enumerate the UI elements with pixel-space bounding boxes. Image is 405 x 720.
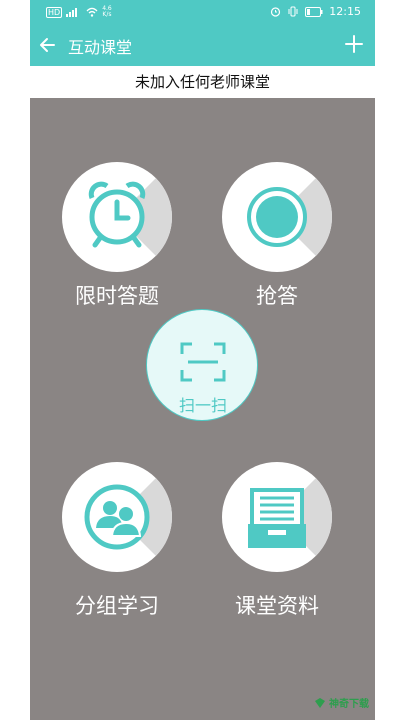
status-bar: HD 4.6 K/s 12:15 bbox=[30, 0, 375, 24]
alarm-status-icon bbox=[271, 7, 281, 17]
group-study-label: 分组学习 bbox=[75, 594, 159, 618]
status-left: HD 4.6 K/s bbox=[46, 6, 112, 18]
right-margin bbox=[375, 0, 405, 720]
page-title: 互动课堂 bbox=[68, 38, 133, 57]
timed-quiz-label: 限时答题 bbox=[75, 284, 159, 308]
vibrate-icon bbox=[288, 6, 298, 17]
watermark-logo-icon bbox=[315, 697, 325, 708]
file-drawer-icon bbox=[248, 488, 306, 548]
signal-icon bbox=[66, 8, 78, 17]
buzzer-label: 抢答 bbox=[256, 284, 298, 308]
record-circle-icon bbox=[247, 187, 307, 247]
class-materials-circle bbox=[222, 462, 332, 572]
scan-frame-icon bbox=[180, 342, 226, 382]
watermark-text: 神奇下载 bbox=[329, 699, 369, 710]
scan-button[interactable]: 扫一扫 bbox=[146, 309, 258, 421]
net-speed-unit: K/s bbox=[102, 11, 112, 18]
battery-icon bbox=[305, 6, 323, 17]
status-right: 12:15 bbox=[270, 5, 361, 18]
hd-badge: HD bbox=[46, 6, 63, 18]
buzzer-circle bbox=[222, 162, 332, 272]
group-study-circle bbox=[62, 462, 172, 572]
scan-label: 扫一扫 bbox=[178, 396, 227, 415]
status-time: 12:15 bbox=[329, 5, 361, 18]
class-materials-label: 课堂资料 bbox=[235, 594, 319, 618]
app-screen: HD 4.6 K/s 12:15 互动课堂 未加入任何老师课堂 限时答题 抢答 … bbox=[30, 0, 375, 720]
group-users-icon bbox=[84, 484, 150, 550]
wifi-icon bbox=[86, 7, 98, 17]
back-arrow-icon[interactable] bbox=[36, 34, 58, 56]
add-icon[interactable] bbox=[343, 33, 365, 55]
alarm-clock-icon bbox=[88, 181, 146, 248]
class-status-text: 未加入任何老师课堂 bbox=[30, 66, 375, 98]
timed-quiz-circle bbox=[62, 162, 172, 272]
app-bar: 互动课堂 bbox=[30, 24, 375, 66]
net-speed: 4.6 K/s bbox=[102, 6, 112, 18]
watermark: 神奇下载 bbox=[314, 695, 369, 710]
